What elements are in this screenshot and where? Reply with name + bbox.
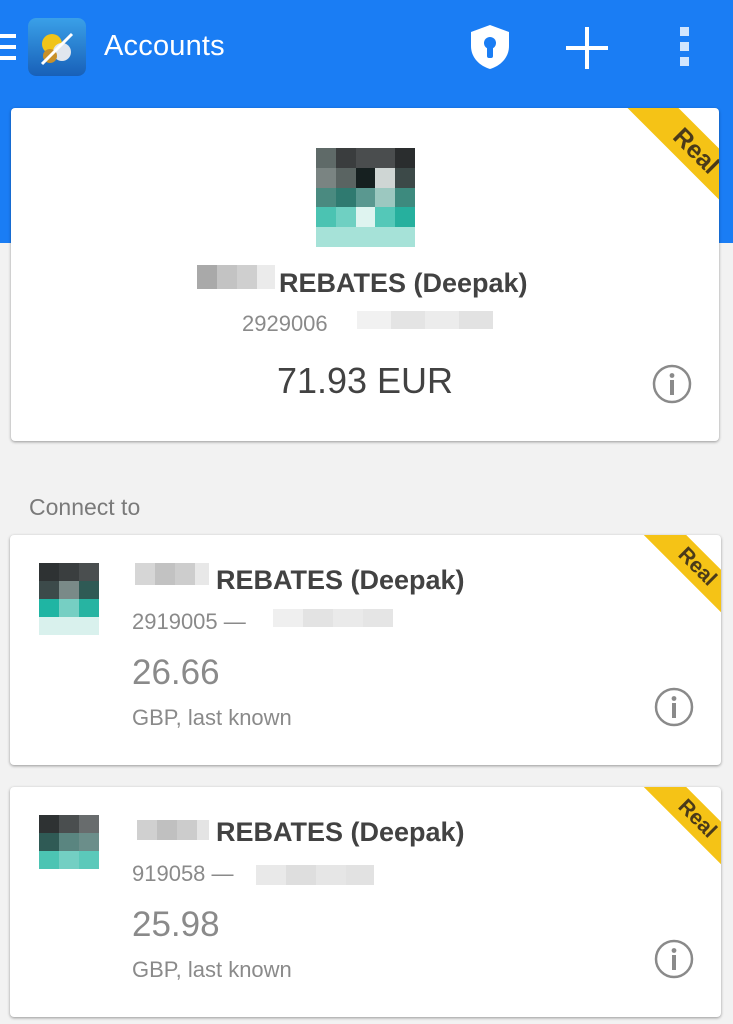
plus-icon[interactable]: [566, 27, 608, 69]
real-badge: Real: [599, 108, 719, 228]
shield-lock-icon[interactable]: [469, 24, 511, 70]
account-name: REBATES (Deepak): [279, 268, 528, 298]
account-balance: 71.93 EUR: [276, 360, 454, 401]
redacted-server-name: [273, 609, 393, 627]
real-badge: Real: [629, 787, 721, 879]
redacted-server-name: [256, 865, 374, 885]
redacted-name-prefix: [137, 820, 209, 840]
account-currency-note: GBP, last known: [132, 705, 292, 730]
account-currency-note: GBP, last known: [132, 957, 292, 982]
connect-to-label: Connect to: [29, 494, 141, 520]
info-icon[interactable]: [654, 687, 694, 727]
account-card[interactable]: REBATES (Deepak) 919058 — 25.98 GBP, las…: [10, 787, 721, 1017]
account-avatar: [316, 148, 415, 247]
more-vert-icon[interactable]: [678, 27, 692, 67]
info-icon[interactable]: [652, 364, 692, 404]
account-number: 919058 —: [132, 861, 234, 886]
redacted-server-name: [357, 311, 493, 329]
account-balance: 26.66: [132, 653, 220, 692]
account-name: REBATES (Deepak): [216, 817, 465, 847]
app-bar: Accounts: [0, 0, 733, 92]
account-balance: 25.98: [132, 905, 220, 944]
info-icon[interactable]: [654, 939, 694, 979]
redacted-name-prefix: [197, 265, 275, 289]
account-number: 2919005 —: [132, 609, 246, 634]
account-name: REBATES (Deepak): [216, 565, 465, 595]
redacted-name-prefix: [135, 563, 209, 585]
account-number: 2929006: [242, 311, 328, 336]
menu-icon[interactable]: [0, 34, 16, 60]
page-title: Accounts: [104, 30, 225, 62]
account-card[interactable]: REBATES (Deepak) 2919005 — 26.66 GBP, la…: [10, 535, 721, 765]
account-avatar: [39, 563, 99, 635]
current-account-card[interactable]: REBATES (Deepak) 2929006 71.93 EUR Real: [11, 108, 719, 441]
real-badge: Real: [629, 535, 721, 627]
metatrader-logo-icon: [28, 18, 86, 76]
account-avatar: [39, 815, 99, 887]
